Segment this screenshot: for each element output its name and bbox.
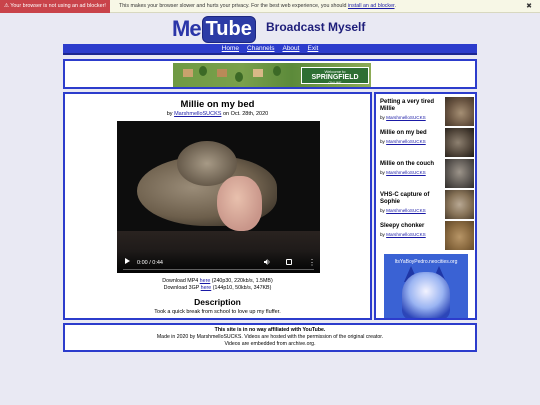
ad-banner-text: ItsYaBoyPedro.neocities.org: [394, 259, 458, 265]
fullscreen-icon[interactable]: [286, 259, 292, 265]
related-author-link[interactable]: MarshmelloSUCKS: [386, 115, 426, 120]
download-mp4-info: (240p30, 220kb/s, 1.5MB): [211, 278, 273, 284]
banner-line2: SPRINGFIELD: [311, 74, 359, 81]
related-video-item[interactable]: Millie on my bed by MarshmelloSUCKS: [378, 127, 475, 157]
related-author-link[interactable]: MarshmelloSUCKS: [386, 170, 426, 175]
hand-image-region: [217, 176, 262, 231]
main-nav: Home Channels About Exit: [63, 44, 477, 55]
video-date: on Oct. 28th, 2020: [222, 111, 269, 117]
footer-disclaimer: This site is in no way affiliated with Y…: [214, 327, 326, 333]
volume-icon[interactable]: [264, 259, 271, 265]
description-heading: Description: [194, 297, 241, 307]
download-mp4-label: Download MP4: [162, 278, 199, 284]
site-footer: This site is in no way affiliated with Y…: [63, 323, 477, 352]
banner-line3: ONLINE: [328, 81, 342, 85]
related-video-byline: by MarshmelloSUCKS: [380, 115, 426, 120]
video-player[interactable]: 0:00 / 0:44 ⋮: [117, 121, 320, 273]
related-video-item[interactable]: Millie on the couch by MarshmelloSUCKS: [378, 158, 475, 188]
video-title: Millie on my bed: [180, 99, 255, 110]
video-author-link[interactable]: MarshmelloSUCKS: [174, 111, 221, 117]
related-video-byline: by MarshmelloSUCKS: [380, 139, 426, 144]
banner-house-graphic: [183, 69, 193, 77]
adblock-warning-badge: ⚠ Your browser is not using an ad blocke…: [0, 0, 110, 13]
adblock-warning-bar: ⚠ Your browser is not using an ad blocke…: [0, 0, 540, 13]
related-video-thumbnail[interactable]: [445, 97, 474, 126]
video-controls: 0:00 / 0:44 ⋮: [117, 251, 320, 273]
related-video-title[interactable]: VHS-C capture of Sophie: [380, 192, 444, 206]
related-by: by: [380, 115, 385, 120]
download-3gp: Download 3GP here (144p10, 50kb/s, 347KB…: [65, 285, 370, 292]
description-text: Took a quick break from school to love u…: [154, 309, 281, 315]
related-video-title[interactable]: Millie on the couch: [380, 161, 444, 168]
related-by: by: [380, 232, 385, 237]
download-3gp-link[interactable]: here: [201, 285, 212, 291]
related-video-title[interactable]: Millie on my bed: [380, 130, 444, 137]
sidebar-ad-banner[interactable]: ItsYaBoyPedro.neocities.org: [384, 254, 468, 318]
related-video-thumbnail[interactable]: [445, 159, 474, 188]
footer-credits: Made in 2020 by MarshmelloSUCKS. Videos …: [156, 334, 384, 340]
related-video-thumbnail[interactable]: [445, 190, 474, 219]
logo-me: Me: [172, 16, 202, 41]
video-byline: by MarshmelloSUCKS on Oct. 28th, 2020: [65, 111, 370, 117]
related-by: by: [380, 208, 385, 213]
warning-text-after: .: [394, 3, 396, 9]
video-progress-bar[interactable]: [123, 268, 314, 270]
banner-house-graphic: [217, 69, 227, 77]
footer-archive-note: Videos are embedded from archive.org.: [224, 341, 316, 347]
related-by: by: [380, 170, 385, 175]
metube-logo[interactable]: Me Tube: [172, 14, 256, 44]
related-video-byline: by MarshmelloSUCKS: [380, 208, 426, 213]
springfield-sign: Welcome to SPRINGFIELD ONLINE: [301, 67, 369, 85]
related-video-title[interactable]: Sleepy chonker: [380, 223, 444, 230]
banner-tree-graphic: [273, 66, 281, 76]
adblock-warning-text: This makes your browser slower and hurts…: [119, 0, 396, 13]
install-adblocker-link[interactable]: install an ad blocker: [348, 3, 395, 9]
nav-about[interactable]: About: [282, 45, 299, 52]
related-video-item[interactable]: Sleepy chonker by MarshmelloSUCKS: [378, 220, 475, 250]
download-3gp-info: (144p10, 50kb/s, 347KB): [212, 284, 272, 291]
springfield-banner[interactable]: Welcome to SPRINGFIELD ONLINE: [173, 63, 371, 87]
banner-house-graphic: [253, 69, 263, 77]
ad-fox-character: [402, 272, 450, 318]
site-slogan: Broadcast Myself: [266, 20, 366, 34]
related-video-item[interactable]: VHS-C capture of Sophie by MarshmelloSUC…: [378, 189, 475, 219]
related-video-thumbnail[interactable]: [445, 221, 474, 250]
related-by: by: [380, 139, 385, 144]
nav-channels[interactable]: Channels: [247, 45, 274, 52]
related-author-link[interactable]: MarshmelloSUCKS: [386, 232, 426, 237]
download-links: Download MP4 here (240p30, 220kb/s, 1.5M…: [65, 278, 370, 291]
warning-text-before: This makes your browser slower and hurts…: [119, 3, 347, 9]
related-video-item[interactable]: Petting a very tired Millie by Marshmell…: [378, 96, 475, 126]
download-3gp-label: Download 3GP: [163, 284, 200, 291]
play-icon[interactable]: [125, 258, 130, 264]
more-options-icon[interactable]: ⋮: [308, 259, 316, 267]
related-video-thumbnail[interactable]: [445, 128, 474, 157]
related-author-link[interactable]: MarshmelloSUCKS: [386, 139, 426, 144]
logo-tube: Tube: [201, 15, 256, 43]
banner-container: Welcome to SPRINGFIELD ONLINE: [63, 59, 477, 89]
download-mp4-link[interactable]: here: [200, 278, 211, 284]
related-video-byline: by MarshmelloSUCKS: [380, 170, 426, 175]
related-video-byline: by MarshmelloSUCKS: [380, 232, 426, 237]
close-icon[interactable]: ✖: [526, 0, 532, 13]
video-panel: Millie on my bed by MarshmelloSUCKS on O…: [63, 92, 372, 320]
related-video-title[interactable]: Petting a very tired Millie: [380, 99, 444, 113]
related-videos-sidebar: Petting a very tired Millie by Marshmell…: [374, 92, 477, 320]
byline-prefix: by: [166, 111, 173, 117]
related-author-link[interactable]: MarshmelloSUCKS: [386, 208, 426, 213]
video-time: 0:00 / 0:44: [137, 260, 163, 266]
nav-home[interactable]: Home: [222, 45, 239, 52]
banner-tree-graphic: [199, 66, 207, 76]
nav-exit[interactable]: Exit: [307, 45, 318, 52]
banner-tree-graphic: [235, 72, 243, 82]
